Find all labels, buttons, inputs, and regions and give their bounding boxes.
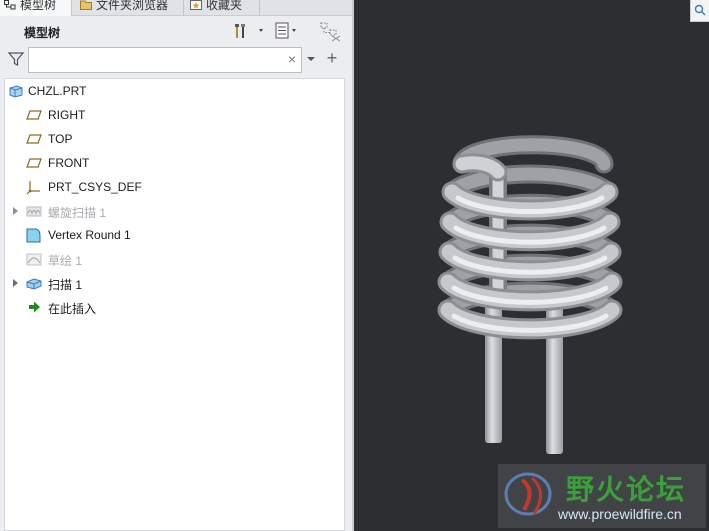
watermark: 野火论坛 www.proewildfire.cn — [498, 464, 706, 528]
tree-tools-button[interactable] — [232, 22, 268, 40]
coil-model[interactable] — [354, 0, 709, 531]
tree-scrollbar[interactable] — [345, 78, 352, 531]
tree-item-datum-front[interactable]: FRONT — [5, 151, 344, 175]
vertex-round-icon — [26, 228, 41, 243]
datum-plane-icon — [26, 134, 42, 144]
favorites-icon — [190, 0, 202, 10]
tree-item-label: 螺旋扫描 1 — [48, 206, 107, 220]
watermark-url: www.proewildfire.cn — [558, 506, 682, 522]
chevron-down-icon — [292, 29, 296, 32]
tree-item-label: Vertex Round 1 — [48, 228, 131, 242]
tab-label: 收藏夹 — [206, 0, 243, 12]
watermark-title: 野火论坛 — [566, 474, 687, 505]
sketch-icon — [26, 253, 42, 266]
tree-header: 模型树 — [0, 16, 352, 44]
clear-search-icon[interactable]: × — [286, 52, 298, 66]
filter-row: × + — [0, 44, 352, 74]
tree-item-label: TOP — [48, 132, 73, 146]
tree-item-helical-sweep[interactable]: 螺旋扫描 1 — [5, 199, 344, 223]
tree-item-label: 在此插入 — [48, 302, 97, 316]
tree-item-label: 草绘 1 — [48, 254, 83, 268]
filter-icon[interactable] — [8, 51, 24, 67]
tree-item-label: RIGHT — [48, 108, 86, 122]
datum-plane-icon — [26, 110, 42, 120]
tree-item-datum-right[interactable]: RIGHT — [5, 103, 344, 127]
coordinate-system-icon — [26, 181, 40, 195]
view-search-button[interactable] — [690, 0, 709, 22]
search-input[interactable] — [28, 47, 302, 73]
search-icon — [694, 4, 706, 16]
tree-item-datum-top[interactable]: TOP — [5, 127, 344, 151]
tree-item-vertex-round[interactable]: Vertex Round 1 — [5, 223, 344, 247]
list-icon — [275, 22, 289, 39]
tab-model-tree[interactable]: 模型树 — [0, 0, 72, 16]
model-tree-icon — [4, 0, 16, 10]
datum-plane-icon — [26, 158, 42, 168]
tree-item-sweep[interactable]: 扫描 1 — [5, 271, 344, 295]
tree-item-label: 扫描 1 — [48, 278, 83, 292]
panel-title: 模型树 — [24, 26, 61, 40]
tree-item-insert-here[interactable]: 在此插入 — [5, 295, 344, 319]
tree-filters-button[interactable] — [320, 22, 342, 42]
insert-here-arrow-icon — [29, 301, 40, 313]
tab-label: 文件夹浏览器 — [96, 0, 169, 12]
tree-item-csys[interactable]: PRT_CSYS_DEF — [5, 175, 344, 199]
tab-label: 模型树 — [20, 0, 57, 12]
model-tree: CHZL.PRT RIGHT TOP FRONT PRT_CSYS_DEF 螺旋… — [4, 78, 345, 531]
forum-logo-icon — [504, 472, 552, 516]
folder-browser-icon — [80, 0, 92, 10]
panel-tab-bar: 模型树 文件夹浏览器 收藏夹 — [0, 0, 352, 16]
tree-show-button[interactable] — [274, 22, 300, 40]
tree-item-part[interactable]: CHZL.PRT — [5, 79, 344, 103]
model-tree-panel: 模型树 文件夹浏览器 收藏夹 模型树 × + CHZL.PRT RIGHT TO… — [0, 0, 352, 531]
tree-item-sketch[interactable]: 草绘 1 — [5, 247, 344, 271]
tree-filter-icon — [320, 22, 341, 42]
sweep-icon — [26, 278, 42, 290]
chevron-down-icon — [259, 29, 263, 32]
tab-favorites[interactable]: 收藏夹 — [186, 0, 260, 16]
tree-item-label: PRT_CSYS_DEF — [48, 180, 142, 194]
add-filter-icon[interactable]: + — [324, 49, 340, 67]
expand-arrow-icon[interactable] — [12, 278, 20, 288]
tree-item-label: CHZL.PRT — [28, 84, 87, 98]
expand-arrow-icon[interactable] — [12, 206, 20, 216]
helical-sweep-icon — [26, 206, 42, 217]
graphics-viewport[interactable]: 野火论坛 www.proewildfire.cn — [354, 0, 709, 531]
part-icon — [9, 85, 23, 98]
tools-icon — [235, 24, 245, 38]
chevron-down-icon[interactable] — [305, 54, 317, 64]
tab-folder-browser[interactable]: 文件夹浏览器 — [76, 0, 184, 16]
tree-item-label: FRONT — [48, 156, 90, 170]
